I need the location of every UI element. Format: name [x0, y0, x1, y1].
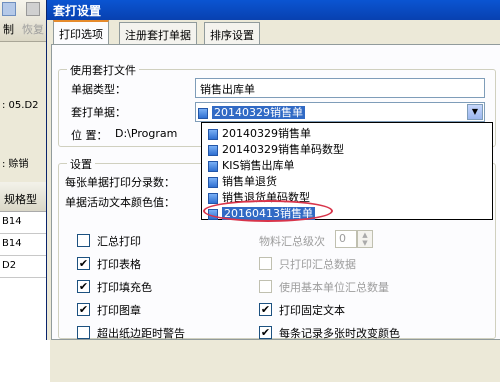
dropdown-option[interactable]: 销售单退货	[204, 172, 490, 188]
print-fixed-text-label: 打印固定文本	[279, 304, 345, 317]
document-icon	[208, 176, 218, 188]
summary-print-checkbox[interactable]	[77, 234, 90, 247]
chevron-down-icon[interactable]: ▼	[467, 104, 483, 120]
summary-only-label: 只打印汇总数据	[279, 258, 356, 271]
material-level-spinner[interactable]: 0	[335, 230, 357, 248]
print-settings-dialog: 套打设置 打印选项 注册套打单据 排序设置 使用套打文件 单据类型： 销售出库单…	[46, 0, 500, 340]
doc-type-field[interactable]: 销售出库单	[195, 78, 485, 98]
margin-warning-checkbox[interactable]	[77, 326, 90, 339]
dropdown-option-label: KIS销售出库单	[222, 159, 295, 172]
dropdown-option[interactable]: KIS销售出库单	[204, 156, 490, 172]
print-doc-selected-value: 20140329销售单	[212, 106, 305, 119]
document-icon	[208, 144, 218, 156]
sale-type-label: : 赊销	[2, 159, 29, 170]
print-table-label: 打印表格	[97, 258, 141, 271]
print-fill-color-checkbox[interactable]: ✔	[77, 280, 90, 293]
group-legend: 设置	[67, 156, 95, 172]
table-cell: B14	[2, 216, 22, 227]
toolbar-icon	[2, 2, 16, 16]
doc-type-label: 单据类型：	[71, 83, 126, 96]
summary-print-label: 汇总打印	[97, 235, 141, 248]
table-row[interactable]: B14	[0, 212, 50, 234]
print-table-checkbox[interactable]: ✔	[77, 257, 90, 270]
dropdown-option[interactable]: 20140329销售单码数型	[204, 140, 490, 156]
toolbar-button-restore[interactable]: 恢复	[22, 21, 44, 37]
summary-only-checkbox[interactable]	[259, 257, 272, 270]
document-icon	[208, 160, 218, 172]
print-doc-label: 套打单据：	[71, 106, 126, 119]
material-level-label: 物料汇总级次	[259, 235, 325, 248]
table-cell: B14	[2, 238, 22, 249]
date-field-label: : 05.D2	[2, 100, 39, 111]
per-page-label: 每张单据打印分录数：	[65, 176, 175, 189]
document-icon	[198, 107, 208, 119]
dialog-titlebar[interactable]: 套打设置	[47, 0, 500, 20]
position-label: 位 置：	[71, 129, 108, 142]
undo-icon	[26, 2, 40, 16]
document-icon	[208, 192, 218, 204]
dropdown-option-label: 销售单退货	[222, 175, 277, 188]
group-legend: 使用套打文件	[67, 62, 139, 78]
dialog-title: 套打设置	[53, 4, 102, 18]
print-fixed-text-checkbox[interactable]: ✔	[259, 303, 272, 316]
base-unit-summary-checkbox[interactable]	[259, 280, 272, 293]
spinner-arrows-icon[interactable]: ▲ ▼	[357, 230, 373, 248]
print-fill-color-label: 打印填充色	[97, 281, 152, 294]
tab-register-documents[interactable]: 注册套打单据	[119, 22, 197, 44]
highlight-annotation-circle	[203, 200, 333, 222]
dropdown-option-label: 20140329销售单码数型	[222, 143, 344, 156]
print-doc-select[interactable]: 20140329销售单 ▼	[195, 102, 485, 122]
dropdown-option[interactable]: 20140329销售单	[204, 124, 490, 140]
multi-page-color-checkbox[interactable]: ✔	[259, 326, 272, 339]
print-stamp-label: 打印图章	[97, 304, 141, 317]
column-header-spec: 规格型	[4, 193, 37, 206]
multi-page-color-label: 每条记录多张时改变颜色	[279, 327, 400, 340]
margin-warning-label: 超出纸边距时警告	[97, 327, 185, 340]
print-stamp-checkbox[interactable]: ✔	[77, 303, 90, 316]
table-row[interactable]: B14	[0, 234, 50, 256]
tab-sort-settings[interactable]: 排序设置	[204, 22, 260, 44]
base-unit-summary-label: 使用基本单位汇总数量	[279, 281, 389, 294]
background-form-panel: : 05.D2 : 赊销 规格型 B14 B14 D2	[0, 42, 50, 382]
document-icon	[208, 128, 218, 140]
text-color-label: 单据活动文本颜色值：	[65, 196, 175, 209]
background-toolbar: 制 恢复	[0, 0, 50, 42]
grid-empty-area	[0, 278, 50, 382]
tab-print-options[interactable]: 打印选项	[53, 20, 109, 44]
dropdown-option-label: 20140329销售单	[222, 127, 311, 140]
table-row[interactable]: D2	[0, 256, 50, 278]
grid-header: 规格型	[0, 182, 50, 212]
position-value: D:\Program	[115, 127, 178, 140]
toolbar-button-make[interactable]: 制	[3, 21, 14, 37]
table-cell: D2	[2, 260, 17, 271]
